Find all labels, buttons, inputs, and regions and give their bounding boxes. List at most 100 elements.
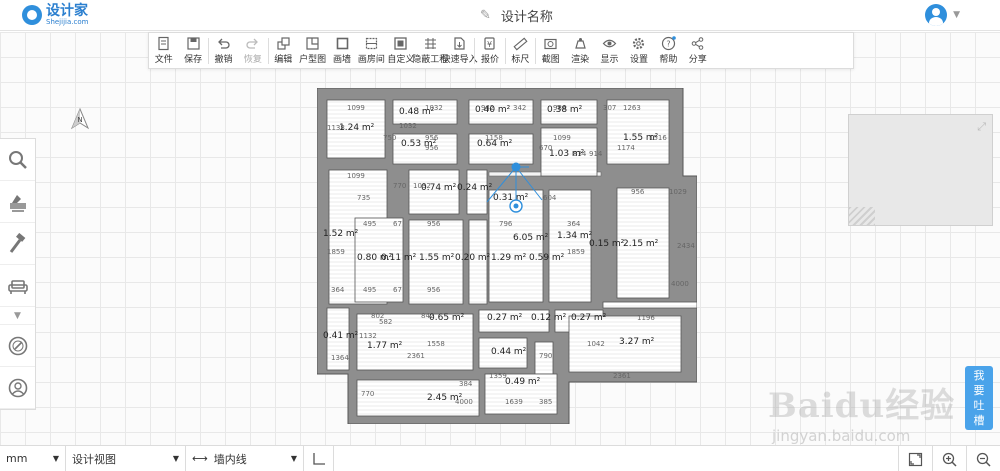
svg-text:¥: ¥ [487,40,492,49]
toolbar-file-button[interactable]: 文件 [149,33,178,68]
save-icon [185,36,201,51]
eye-icon [602,36,618,51]
dimension-label: 67 [393,286,402,294]
toolbar-gear-button[interactable]: 设置 [624,33,653,68]
toolbar-label: 标尺 [511,55,530,65]
tools-catalog-button[interactable] [0,223,35,265]
toolbar-label: 设置 [629,55,648,65]
minimap[interactable]: ⤢ [848,114,993,226]
dimension-label: 1196 [637,314,655,322]
left-toolbar: ▼ [0,138,36,410]
chevron-down-icon: ▼ [52,454,59,463]
dimension-label: 1042 [587,340,605,348]
dimension-label: 956 [427,220,441,228]
hammer-icon [9,232,25,253]
design-name-text[interactable]: 设计名称 [501,6,553,25]
toolbar-screenshot-button[interactable]: 截图 [536,33,565,68]
toolbar-label: 画房间 [357,55,385,65]
toolbar-label: 恢复 [243,55,262,65]
dimension-label: 735 [357,194,370,202]
toolbar-undo-button[interactable]: 撤销 [209,33,238,68]
room-area-label: 0.64 m² [477,139,513,149]
toolbar-label: 截图 [541,55,560,65]
toolbar-ruler-button[interactable]: 标尺 [506,33,535,68]
furniture-catalog-button[interactable] [0,265,35,307]
room-area-label: 0.27 m² [571,313,607,323]
room-area-label: 2.15 m² [623,239,659,249]
design-name[interactable]: ✎ 设计名称 [480,6,553,25]
toolbar-redo-button[interactable]: 恢复 [238,33,267,68]
floor-plan[interactable]: 1099 1032 942 342 986 307 12631138 1032956 1158 1… [317,88,697,424]
expand-icon[interactable]: ⤢ [977,120,986,134]
draw-room-icon [363,36,379,51]
unit-select[interactable]: mm ▼ [0,445,66,471]
room-area-label: 0.65 m² [429,313,465,323]
toolbar-floorplan-button[interactable]: 户型图 [298,33,327,68]
search-catalog-button[interactable] [0,139,35,181]
toolbar-save-button[interactable]: 保存 [178,33,207,68]
room-area-label: 0.40 m² [475,105,511,115]
avatar[interactable] [925,4,948,26]
dimension-label: 1132 [359,332,377,340]
logo-mark-icon [22,5,42,25]
logo[interactable]: 设计家 Shejijia.com [22,4,88,26]
zoom-out-icon [976,452,991,467]
move-handle-icon[interactable] [511,162,521,172]
dimension-label: 1032 [399,122,417,130]
view-select[interactable]: 设计视图 ▼ [66,445,186,471]
toolbar-label: 文件 [154,55,173,65]
pencil-icon[interactable]: ✎ [480,8,491,23]
chevron-down-icon[interactable]: ▼ [0,307,35,325]
toolbar-render-button[interactable]: 渲染 [565,33,594,68]
toolbar-help-button[interactable]: ? 帮助 [654,33,683,68]
toolbar-quote-button[interactable]: ¥ 报价 [475,33,504,68]
dimension-label: 1099 [347,104,365,112]
room[interactable] [548,189,592,303]
toolbar-draw-wall-button[interactable]: 画墙 [327,33,356,68]
room-area-label: 1.24 m² [339,123,375,133]
room-area-label: 1.77 m² [367,341,403,351]
screenshot-icon [543,36,559,51]
room[interactable] [602,301,697,309]
toolbar-eye-button[interactable]: 显示 [595,33,624,68]
dimension-label: 790 [539,352,552,360]
quick-import-icon [452,36,468,51]
toolbar-label: 显示 [600,55,619,65]
room-area-label: 1.52 m² [323,229,359,239]
compass-icon [8,336,27,355]
room-area-label: 0.74 m² [421,183,457,193]
toolbar-label: 自定义 [387,55,415,65]
compass-button[interactable] [0,325,35,367]
room-area-label: 2.45 m² [427,393,463,403]
room-area-label: 0.48 m² [399,107,435,117]
toolbar-share-button[interactable]: 分享 [683,33,712,68]
toolbar-custom-button[interactable]: 自定义 [386,33,415,68]
wall-mode-select[interactable]: ⟷ 墙内线 ▼ [186,445,304,471]
toolbar-label: 编辑 [274,55,293,65]
zoom-in-button[interactable] [932,446,966,471]
feedback-button[interactable]: 我 要 吐 槽 [965,366,993,430]
toolbar-edit-button[interactable]: 编辑 [269,33,298,68]
user-menu[interactable]: ▼ [925,4,960,26]
toolbar-hidden-works-button[interactable]: 隐蔽工程 [412,33,448,68]
room-area-label: 1.55 m² [623,133,659,143]
room-area-label: 0.20 m² [455,253,491,263]
gear-icon [631,36,647,51]
corner-snap-button[interactable] [304,445,334,471]
chevron-down-icon[interactable]: ▼ [953,10,960,20]
room-area-label: 6.05 m² [513,233,549,243]
user-center-button[interactable] [0,367,35,409]
dimension-label: 1859 [567,248,585,256]
fit-view-button[interactable] [898,446,932,471]
minimap-corner [849,207,875,225]
chevron-down-icon: ▼ [290,454,297,463]
file-icon [156,36,172,51]
toolbar-draw-room-button[interactable]: 画房间 [357,33,386,68]
room-area-label: 1.03 m² [549,149,585,159]
toolbar-quick-import-button[interactable]: 快速导入 [442,33,478,68]
dimension-label: 364 [567,220,581,228]
paint-catalog-button[interactable] [0,181,35,223]
room-area-label: 1.29 m² [491,253,527,263]
redo-icon [245,36,261,51]
zoom-out-button[interactable] [966,446,1000,471]
